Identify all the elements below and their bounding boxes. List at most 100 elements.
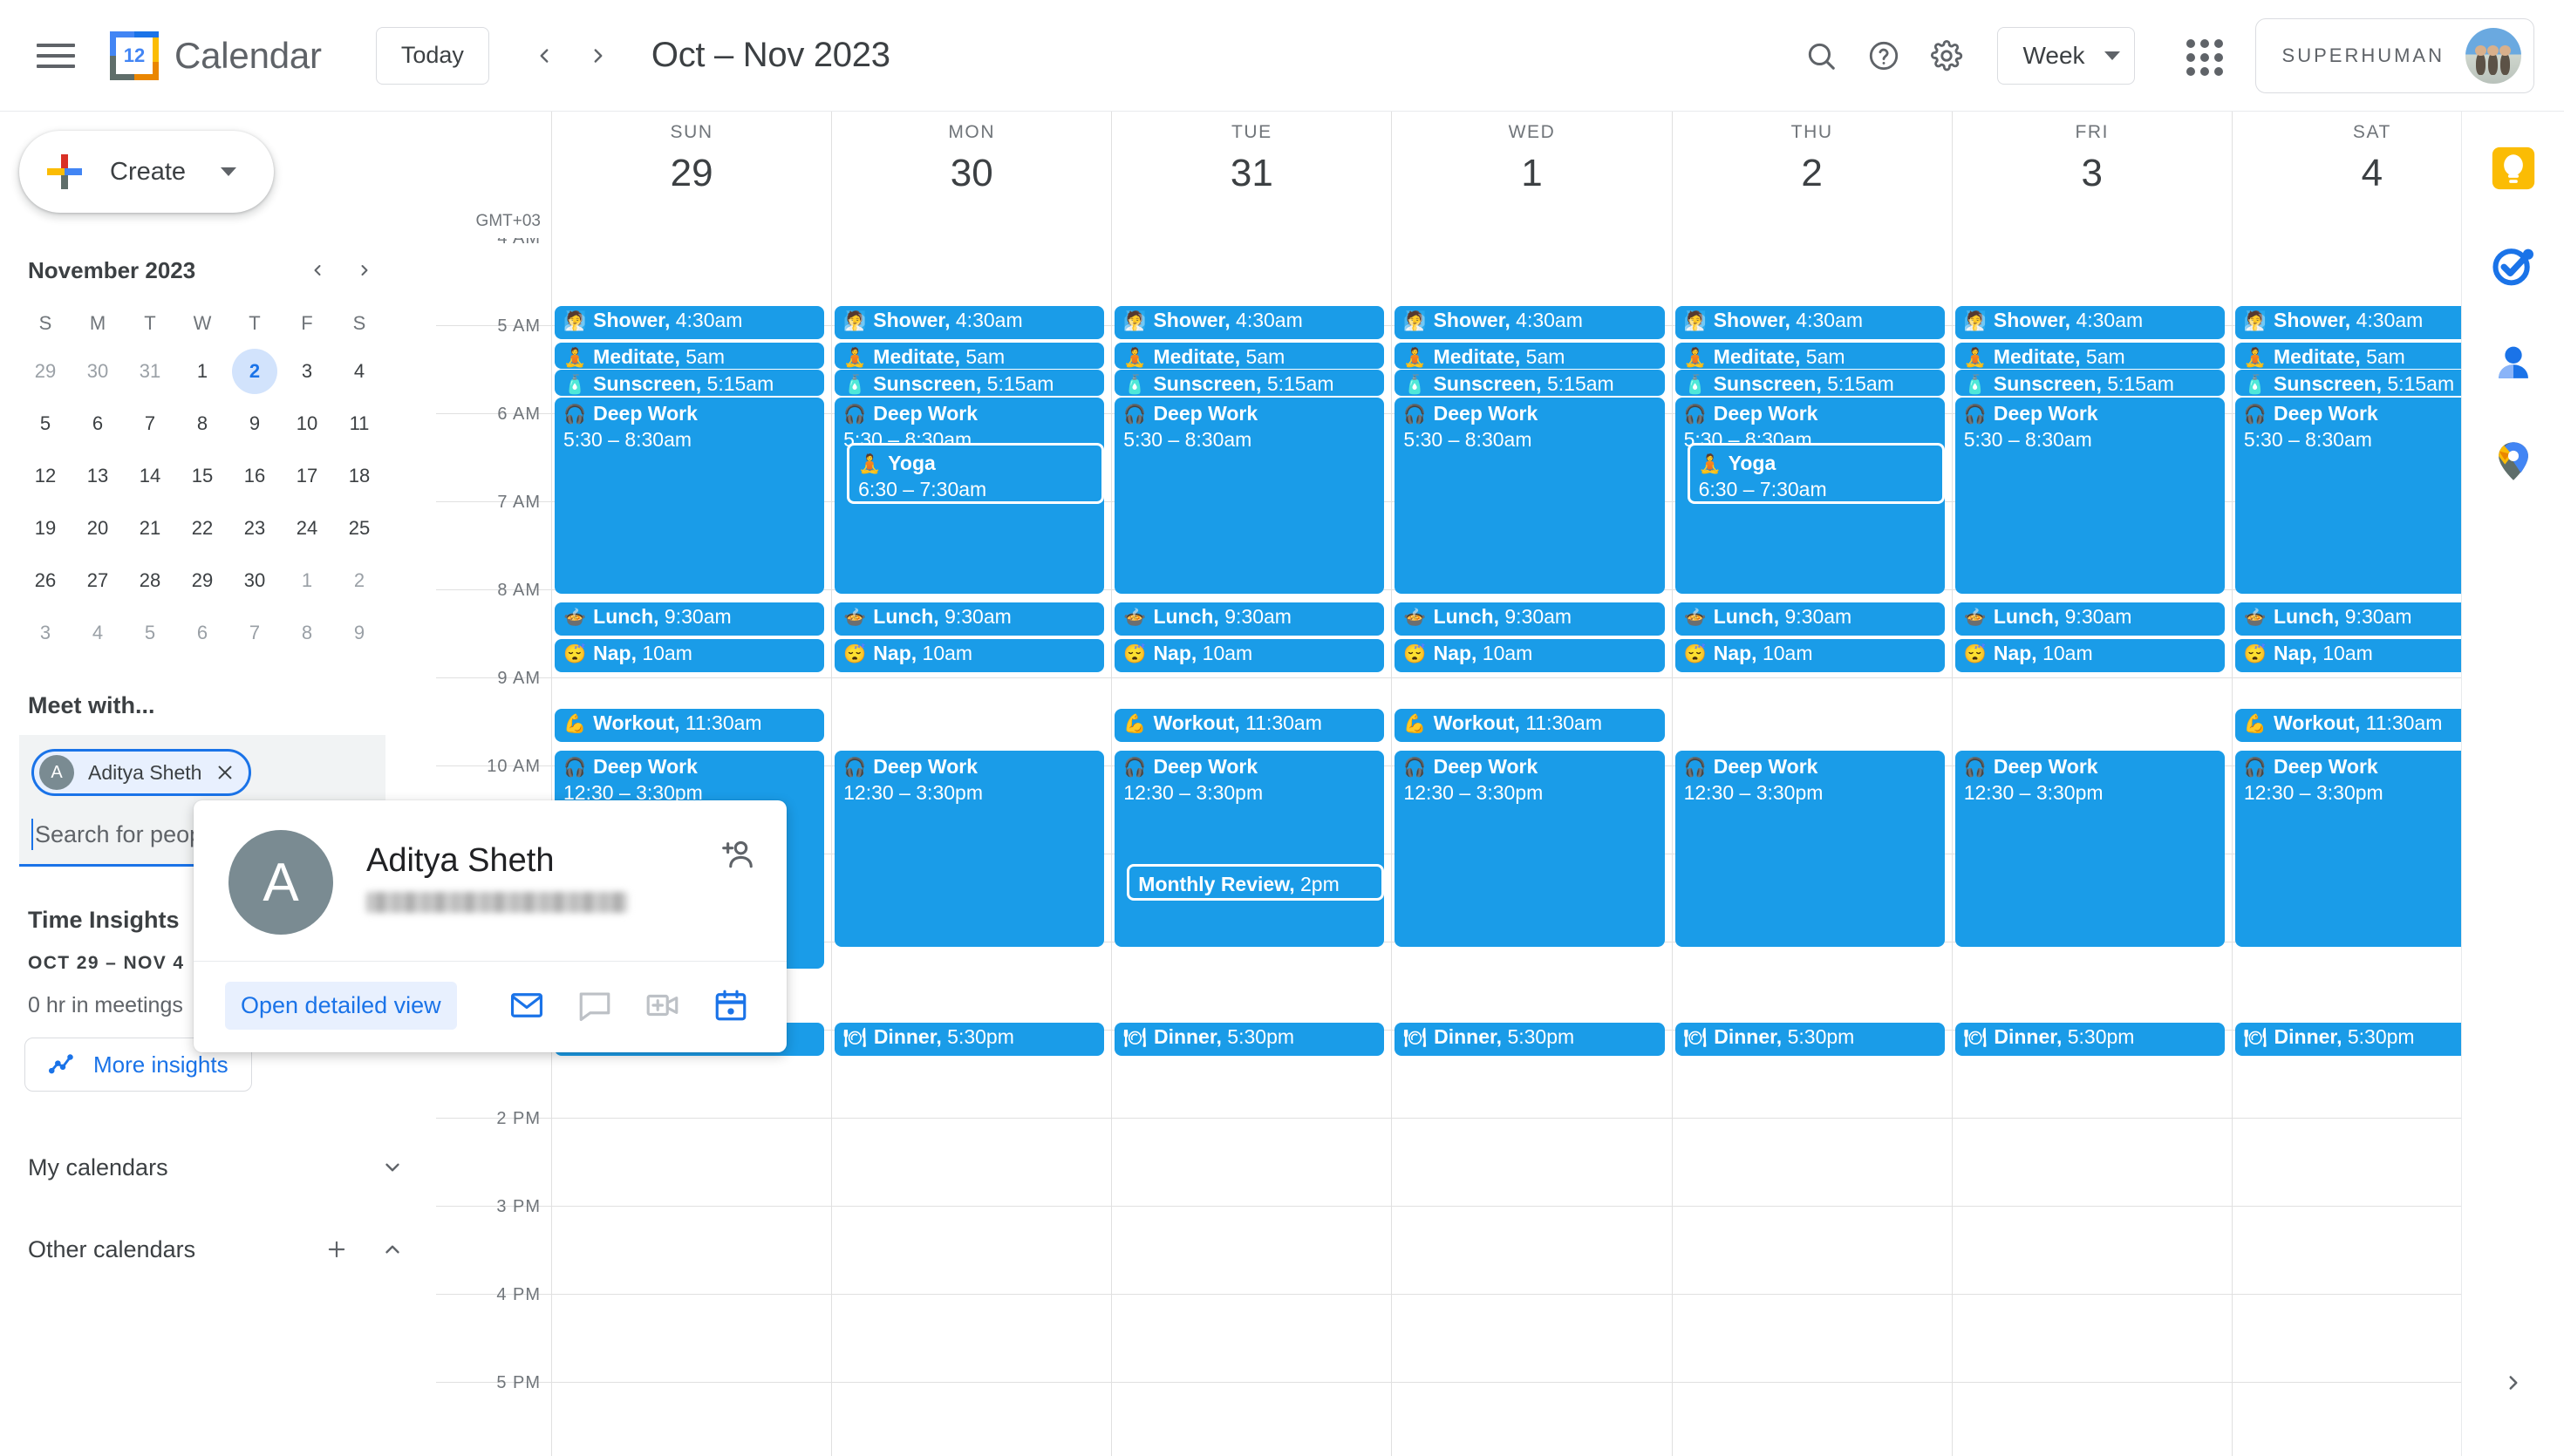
mini-calendar-day[interactable]: 14 — [124, 450, 176, 502]
calendar-event[interactable]: 🧖 Shower, 4:30am — [835, 306, 1105, 339]
calendar-event[interactable]: 🎧 Deep Work 12:30 – 3:30pm — [1954, 751, 2225, 947]
calendar-event[interactable]: 😴 Nap, 10am — [1674, 639, 1945, 672]
calendar-event[interactable]: 🧘 Meditate, 5am — [1115, 343, 1385, 369]
hamburger-menu-icon[interactable] — [35, 39, 77, 72]
mini-calendar-day[interactable]: 4 — [333, 345, 385, 398]
chevron-up-icon[interactable] — [368, 1225, 417, 1274]
calendar-event[interactable]: 🎧 Deep Work 12:30 – 3:30pm — [835, 751, 1105, 947]
other-calendars-section[interactable]: Other calendars — [28, 1210, 417, 1289]
calendar-event[interactable]: 🧖 Shower, 4:30am — [1115, 306, 1385, 339]
mini-calendar-day[interactable]: 19 — [19, 502, 72, 555]
my-calendars-section[interactable]: My calendars — [28, 1128, 417, 1207]
tasks-icon[interactable] — [2488, 241, 2539, 291]
mini-calendar-day[interactable]: 13 — [72, 450, 124, 502]
mini-calendar-day[interactable]: 9 — [228, 398, 281, 450]
mini-calendar-day[interactable]: 15 — [176, 450, 228, 502]
mini-calendar-day[interactable]: 22 — [176, 502, 228, 555]
calendar-event[interactable]: 😴 Nap, 10am — [555, 639, 825, 672]
calendar-event[interactable]: 🍽Dinner, 5:30pm — [1954, 1023, 2225, 1056]
day-header-thu[interactable]: THU 2 — [1671, 112, 1952, 238]
calendar-event[interactable]: 💪 Workout, 11:30am — [555, 709, 825, 742]
calendar-event[interactable]: 😴 Nap, 10am — [1395, 639, 1665, 672]
calendar-event[interactable]: 🎧 Deep Work 12:30 – 3:30pm — [1395, 751, 1665, 947]
calendar-event[interactable]: 🧴 Sunscreen, 5:15am — [1674, 370, 1945, 396]
mini-calendar-day[interactable]: 12 — [19, 450, 72, 502]
today-button[interactable]: Today — [375, 26, 489, 85]
calendar-event[interactable]: 🍲 Lunch, 9:30am — [835, 602, 1105, 636]
calendar-event[interactable]: 🍽Dinner, 5:30pm — [1115, 1023, 1385, 1056]
calendar-event[interactable]: 🍲 Lunch, 9:30am — [1395, 602, 1665, 636]
chat-icon[interactable] — [570, 981, 619, 1030]
plus-icon[interactable] — [312, 1225, 361, 1274]
day-header-sun[interactable]: SUN 29 — [551, 112, 831, 238]
next-week-button[interactable] — [571, 29, 625, 83]
calendar-event[interactable]: 🎧 Deep Work 5:30 – 8:30am — [1115, 398, 1385, 594]
mini-calendar-day[interactable]: 16 — [228, 450, 281, 502]
mini-calendar-day[interactable]: 17 — [281, 450, 333, 502]
open-detailed-view-button[interactable]: Open detailed view — [225, 981, 457, 1030]
calendar-event[interactable]: 🧘 Meditate, 5am — [555, 343, 825, 369]
mini-calendar-day[interactable]: 3 — [281, 345, 333, 398]
calendar-event[interactable]: 🧴 Sunscreen, 5:15am — [555, 370, 825, 396]
help-icon[interactable] — [1852, 24, 1915, 87]
view-selector[interactable]: Week — [1997, 26, 2135, 85]
calendar-event[interactable]: 🍽Dinner, 5:30pm — [1674, 1023, 1945, 1056]
contacts-icon[interactable] — [2488, 338, 2539, 389]
mini-calendar-day[interactable]: 18 — [333, 450, 385, 502]
mini-calendar-day[interactable]: 23 — [228, 502, 281, 555]
email-icon[interactable] — [502, 981, 551, 1030]
chevron-down-icon[interactable] — [368, 1143, 417, 1192]
calendar-event[interactable]: 🧖 Shower, 4:30am — [1954, 306, 2225, 339]
calendar-event[interactable]: 🧖 Shower, 4:30am — [1395, 306, 1665, 339]
mini-calendar-day[interactable]: 30 — [228, 555, 281, 607]
account-chip[interactable]: SUPERHUMAN — [2254, 17, 2534, 93]
calendar-event[interactable]: 🍲 Lunch, 9:30am — [1115, 602, 1385, 636]
mini-calendar-day[interactable]: 29 — [19, 345, 72, 398]
calendar-event[interactable]: 🎧 Deep Work 5:30 – 8:30am — [1395, 398, 1665, 594]
mini-calendar-day[interactable]: 11 — [333, 398, 385, 450]
calendar-event[interactable]: 🧘 Yoga 6:30 – 7:30am — [1687, 443, 1945, 504]
mini-calendar-day[interactable]: 6 — [72, 398, 124, 450]
calendar-event[interactable]: 🍽Dinner, 5:30pm — [1395, 1023, 1665, 1056]
mini-calendar-day[interactable]: 7 — [124, 398, 176, 450]
calendar-event[interactable]: 🎧 Deep Work 12:30 – 3:30pm — [1115, 751, 1385, 947]
create-button[interactable]: Create — [19, 131, 274, 213]
mini-calendar-day[interactable]: 4 — [72, 607, 124, 659]
calendar-event[interactable]: 🧘 Meditate, 5am — [1674, 343, 1945, 369]
mini-calendar-day[interactable]: 2 — [228, 345, 281, 398]
calendar-icon[interactable] — [706, 981, 755, 1030]
mini-calendar-day[interactable]: 5 — [124, 607, 176, 659]
calendar-event[interactable]: 😴 Nap, 10am — [835, 639, 1105, 672]
calendar-event[interactable]: 🍲 Lunch, 9:30am — [1954, 602, 2225, 636]
mini-calendar-day[interactable]: 8 — [281, 607, 333, 659]
close-icon[interactable] — [215, 763, 235, 782]
mini-calendar-prev-button[interactable] — [297, 249, 338, 291]
mini-calendar-day[interactable]: 9 — [333, 607, 385, 659]
mini-calendar-day[interactable]: 1 — [176, 345, 228, 398]
day-header-tue[interactable]: TUE 31 — [1111, 112, 1391, 238]
maps-icon[interactable] — [2488, 436, 2539, 486]
add-person-icon[interactable] — [717, 835, 755, 878]
mini-calendar-day[interactable]: 21 — [124, 502, 176, 555]
mini-calendar-next-button[interactable] — [344, 249, 385, 291]
calendar-event[interactable]: 🧘 Meditate, 5am — [1954, 343, 2225, 369]
mini-calendar-day[interactable]: 1 — [281, 555, 333, 607]
search-icon[interactable] — [1790, 24, 1852, 87]
day-header-wed[interactable]: WED 1 — [1391, 112, 1671, 238]
mini-calendar-day[interactable]: 28 — [124, 555, 176, 607]
calendar-event[interactable]: 🧴 Sunscreen, 5:15am — [1115, 370, 1385, 396]
day-header-mon[interactable]: MON 30 — [831, 112, 1111, 238]
calendar-event[interactable]: 🧘 Yoga 6:30 – 7:30am — [847, 443, 1105, 504]
calendar-event[interactable]: 🧘 Meditate, 5am — [835, 343, 1105, 369]
calendar-event[interactable]: 🧴 Sunscreen, 5:15am — [1954, 370, 2225, 396]
mini-calendar-day[interactable]: 5 — [19, 398, 72, 450]
calendar-event[interactable]: 😴 Nap, 10am — [1115, 639, 1385, 672]
gear-icon[interactable] — [1915, 24, 1978, 87]
calendar-event[interactable]: 🧘 Meditate, 5am — [1395, 343, 1665, 369]
mini-calendar-day[interactable]: 24 — [281, 502, 333, 555]
calendar-event[interactable]: 😴 Nap, 10am — [1954, 639, 2225, 672]
calendar-event[interactable]: 🎧 Deep Work 5:30 – 8:30am — [1954, 398, 2225, 594]
calendar-event[interactable]: 🍲 Lunch, 9:30am — [1674, 602, 1945, 636]
calendar-event[interactable]: 🧴 Sunscreen, 5:15am — [835, 370, 1105, 396]
calendar-event[interactable]: Monthly Review, 2pm — [1127, 864, 1385, 901]
